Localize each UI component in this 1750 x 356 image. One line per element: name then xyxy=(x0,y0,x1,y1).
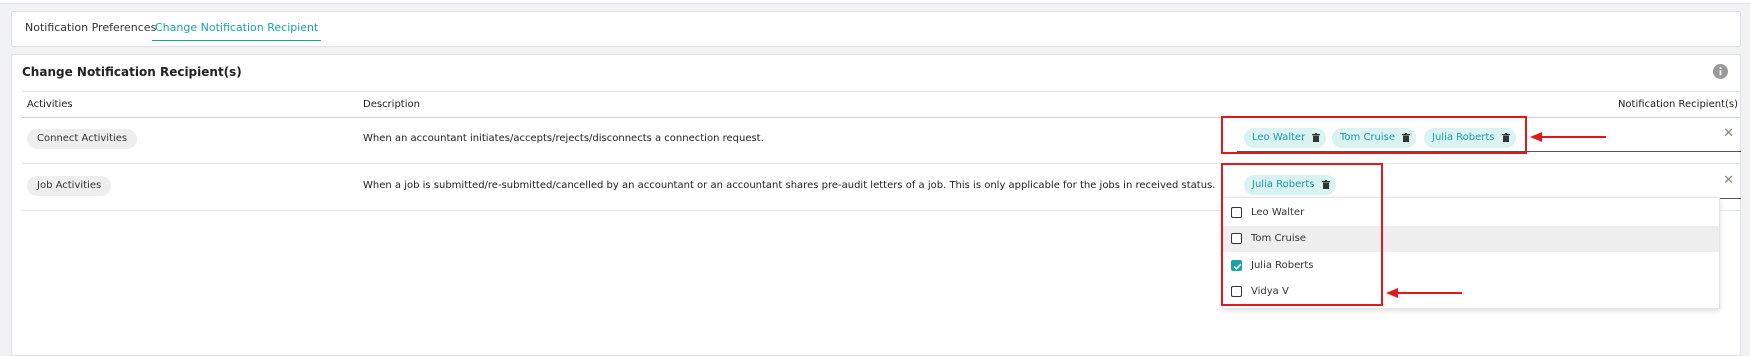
annotation-arrow xyxy=(1386,288,1462,298)
close-icon[interactable]: ✕ xyxy=(1723,126,1734,141)
card-title: Change Notification Recipient(s) xyxy=(22,65,242,79)
top-bar xyxy=(0,0,1750,4)
table-header: Activities Description Notification Reci… xyxy=(22,91,1740,118)
tab-notification-preferences[interactable]: Notification Preferences xyxy=(25,21,156,40)
annotation-arrow xyxy=(1530,132,1606,142)
close-icon[interactable]: ✕ xyxy=(1723,173,1734,188)
tab-bar: Notification Preferences Change Notifica… xyxy=(11,11,1741,47)
activity-pill: Connect Activities xyxy=(27,129,138,149)
annotation-box xyxy=(1221,163,1383,306)
header-activities: Activities xyxy=(27,99,73,110)
annotation-box xyxy=(1221,116,1527,154)
activity-pill: Job Activities xyxy=(27,176,112,196)
header-description: Description xyxy=(363,99,420,110)
activity-description: When a job is submitted/re-submitted/can… xyxy=(363,180,1216,191)
header-notification-recipients: Notification Recipient(s) xyxy=(1617,99,1738,110)
info-icon[interactable] xyxy=(1713,64,1728,79)
tab-change-notification-recipient[interactable]: Change Notification Recipient xyxy=(152,21,322,41)
activity-description: When an accountant initiates/accepts/rej… xyxy=(363,133,764,144)
